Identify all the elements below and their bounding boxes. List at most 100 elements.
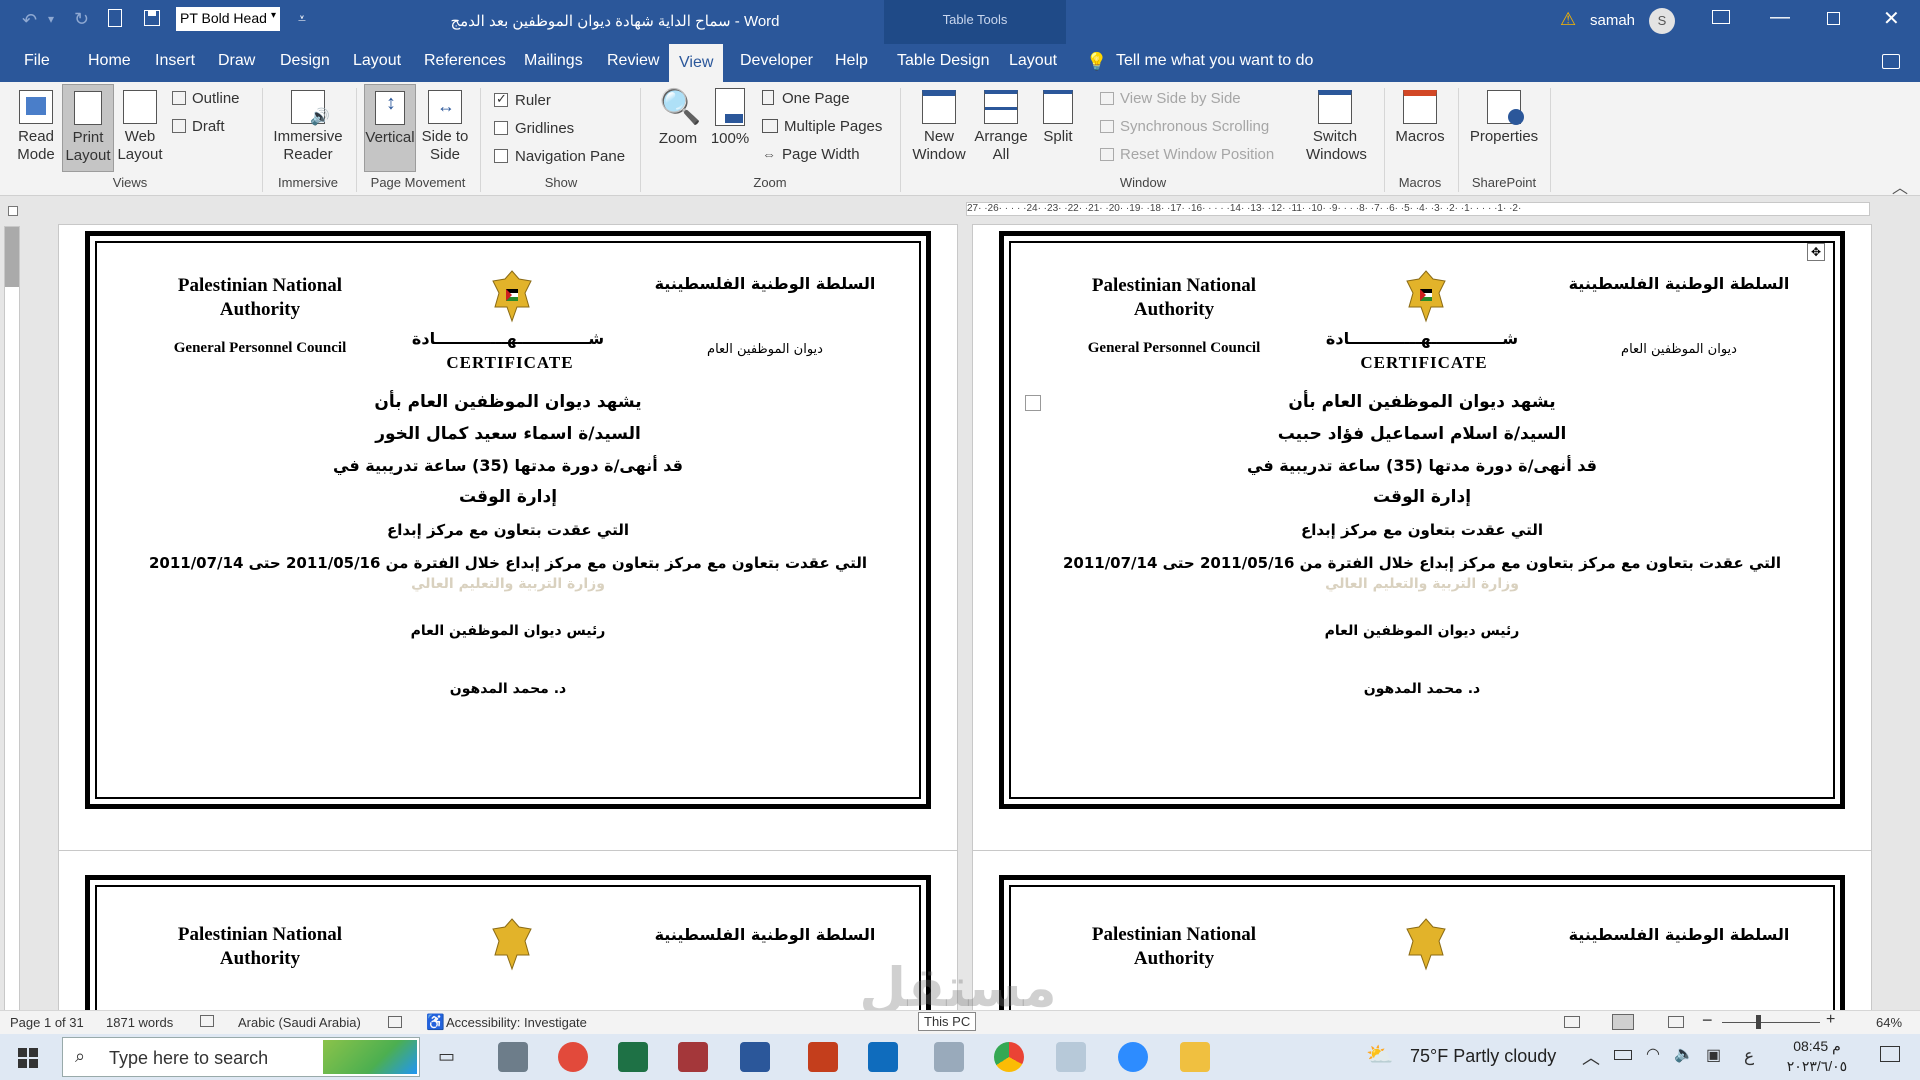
weather-status[interactable]: 75°F Partly cloudy	[1410, 1046, 1556, 1067]
page-count[interactable]: Page 1 of 31	[10, 1015, 84, 1030]
tab-references[interactable]: References	[424, 52, 506, 70]
undo-dropdown-icon[interactable]: ▾	[48, 12, 54, 26]
web-layout-view-icon[interactable]	[1668, 1016, 1684, 1028]
wifi-icon[interactable]: ◠	[1646, 1044, 1660, 1064]
weather-icon[interactable]: ⛅	[1366, 1042, 1393, 1068]
outlook-icon[interactable]	[868, 1042, 898, 1072]
restore-icon[interactable]	[1827, 12, 1840, 25]
volume-icon[interactable]: 🔈	[1674, 1044, 1694, 1064]
customize-toolbar-icon[interactable]: ⩡	[298, 10, 306, 27]
tab-layout[interactable]: Layout	[353, 52, 401, 70]
immersive-reader-button[interactable]: 🔊 Immersive Reader	[268, 90, 348, 164]
snip-tool-icon[interactable]	[558, 1042, 588, 1072]
properties-button[interactable]: Properties	[1466, 90, 1542, 146]
zoom-level[interactable]: 64%	[1876, 1015, 1902, 1030]
ruler-checkbox[interactable]: Ruler	[494, 91, 551, 109]
synchronous-scrolling-button[interactable]: Synchronous Scrolling	[1100, 118, 1269, 135]
font-name-box[interactable]: PT Bold Head ▾	[176, 7, 280, 31]
tab-help[interactable]: Help	[835, 52, 868, 70]
read-mode-view-icon[interactable]	[1564, 1016, 1580, 1028]
zoom-button[interactable]: 🔍 Zoom	[652, 88, 704, 148]
battery-icon[interactable]	[1614, 1050, 1632, 1060]
tab-table-layout[interactable]: Layout	[1009, 52, 1057, 70]
word-icon[interactable]	[740, 1042, 770, 1072]
comments-icon[interactable]	[1882, 54, 1900, 69]
document-area[interactable]: 27· ·26· · · · ·24· ·23· ·22· ·21· ·20· …	[0, 196, 1920, 1010]
paint-icon[interactable]	[1056, 1042, 1086, 1072]
tab-review[interactable]: Review	[607, 52, 659, 70]
chrome-icon[interactable]	[994, 1042, 1024, 1072]
undo-icon[interactable]: ↶	[22, 10, 37, 31]
windows-start-icon[interactable]	[18, 1048, 38, 1068]
task-view-icon[interactable]: ▭	[438, 1046, 455, 1067]
close-icon[interactable]: ✕	[1883, 6, 1900, 31]
ribbon-display-options-icon[interactable]	[1712, 10, 1730, 24]
show-hidden-icons-icon[interactable]: ︿	[1582, 1044, 1600, 1070]
draft-button[interactable]: Draft	[172, 118, 225, 135]
warning-icon[interactable]: ⚠	[1560, 9, 1576, 30]
new-document-icon[interactable]	[108, 9, 122, 27]
proofing-icon[interactable]	[200, 1015, 214, 1027]
tab-design[interactable]: Design	[280, 52, 330, 70]
one-page-button[interactable]: One Page	[762, 90, 850, 107]
excel-icon[interactable]	[618, 1042, 648, 1072]
gridlines-checkbox[interactable]: Gridlines	[494, 120, 574, 137]
arrange-all-button[interactable]: Arrange All	[970, 90, 1032, 164]
taskbar-search[interactable]: ⌕ Type here to search	[62, 1037, 420, 1077]
clock-time[interactable]: 08:45 م	[1772, 1038, 1862, 1055]
tab-developer[interactable]: Developer	[740, 52, 813, 70]
vertical-ruler[interactable]	[4, 226, 20, 1010]
zoom-slider[interactable]	[1722, 1022, 1820, 1023]
user-name[interactable]: samah	[1590, 12, 1635, 29]
save-icon[interactable]	[144, 10, 160, 26]
zoom-100-button[interactable]: 100%	[708, 88, 752, 148]
split-button[interactable]: Split	[1036, 90, 1080, 146]
macros-button[interactable]: Macros	[1390, 90, 1450, 146]
page[interactable]: Palestinian National Authority السلطة ال…	[58, 850, 958, 1010]
reset-window-position-button[interactable]: Reset Window Position	[1100, 146, 1274, 163]
tab-file[interactable]: File	[24, 52, 50, 70]
multiple-pages-button[interactable]: Multiple Pages	[762, 118, 882, 135]
tab-insert[interactable]: Insert	[155, 52, 195, 70]
zoom-out-icon[interactable]: −	[1702, 1010, 1713, 1031]
redo-icon[interactable]: ↻	[74, 9, 89, 30]
collapse-ribbon-icon[interactable]: ︿	[1892, 174, 1908, 198]
zoom-slider-thumb[interactable]	[1756, 1015, 1761, 1029]
navigation-pane-checkbox[interactable]: Navigation Pane	[494, 148, 625, 165]
tab-home[interactable]: Home	[88, 52, 131, 70]
print-layout-view-icon[interactable]	[1612, 1014, 1634, 1030]
macro-recording-icon[interactable]	[388, 1016, 402, 1028]
tab-mailings[interactable]: Mailings	[524, 52, 583, 70]
horizontal-ruler[interactable]: 27· ·26· · · · ·24· ·23· ·22· ·21· ·20· …	[966, 202, 1870, 216]
zoom-in-icon[interactable]: +	[1826, 1011, 1835, 1029]
input-language[interactable]: ع	[1744, 1046, 1754, 1066]
tell-me-search[interactable]: Tell me what you want to do	[1116, 52, 1313, 70]
access-icon[interactable]	[678, 1042, 708, 1072]
outline-button[interactable]: Outline	[172, 90, 240, 107]
meet-now-icon[interactable]: ▣	[1706, 1045, 1721, 1065]
tab-view[interactable]: View	[669, 44, 724, 82]
tab-table-design[interactable]: Table Design	[897, 52, 990, 70]
vertical-button[interactable]: ↕ Vertical	[364, 84, 416, 172]
page-width-button[interactable]: ⇔ Page Width	[762, 146, 860, 163]
file-explorer-icon[interactable]	[1180, 1042, 1210, 1072]
side-to-side-button[interactable]: ↔ Side to Side	[420, 90, 470, 164]
print-layout-button[interactable]: Print Layout	[62, 84, 114, 172]
web-layout-button[interactable]: Web Layout	[114, 90, 166, 164]
page[interactable]: Palestinian National Authority السلطة ال…	[972, 850, 1872, 1010]
calculator-icon[interactable]	[498, 1042, 528, 1072]
word-count[interactable]: 1871 words	[106, 1015, 173, 1030]
tab-draw[interactable]: Draw	[218, 52, 255, 70]
tab-selector-icon[interactable]	[8, 206, 18, 216]
minimize-icon[interactable]: —	[1770, 6, 1790, 29]
new-window-button[interactable]: New Window	[910, 90, 968, 164]
view-side-by-side-button[interactable]: View Side by Side	[1100, 90, 1241, 107]
read-mode-button[interactable]: Read Mode	[6, 90, 66, 164]
switch-windows-button[interactable]: Switch Windows	[1306, 90, 1367, 164]
powerpoint-icon[interactable]	[808, 1042, 838, 1072]
language-indicator[interactable]: Arabic (Saudi Arabia)	[238, 1015, 361, 1030]
avatar[interactable]: S	[1649, 8, 1675, 34]
notifications-icon[interactable]	[1880, 1046, 1900, 1062]
this-pc-icon[interactable]	[934, 1042, 964, 1072]
clock-date[interactable]: ٢٠٢٣/٦/٠٥	[1772, 1058, 1862, 1075]
